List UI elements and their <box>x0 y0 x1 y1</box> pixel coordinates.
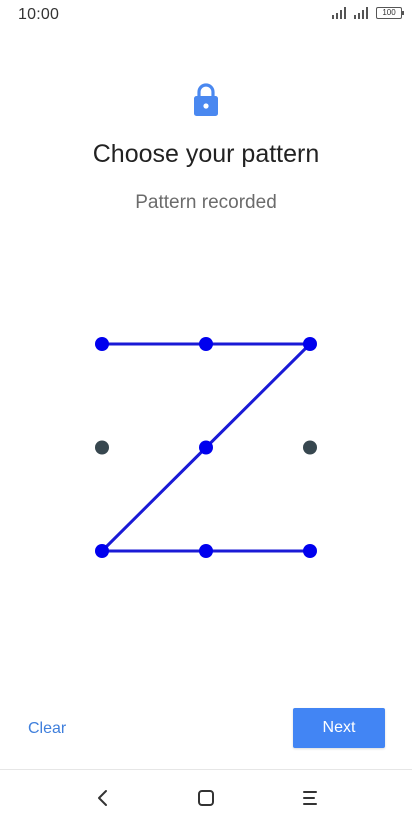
pattern-dot-7[interactable] <box>95 544 109 558</box>
chevron-left-icon[interactable] <box>89 784 117 812</box>
clear-button[interactable]: Clear <box>14 710 80 748</box>
status-icons: 100 <box>332 7 404 19</box>
pattern-grid[interactable] <box>0 0 412 824</box>
next-button[interactable]: Next <box>293 708 385 748</box>
pattern-dot-3[interactable] <box>303 337 317 351</box>
pattern-dot-5[interactable] <box>199 440 213 455</box>
pattern-dot-9[interactable] <box>303 544 317 558</box>
pattern-dot-8[interactable] <box>199 544 213 558</box>
navigation-bar <box>0 769 412 824</box>
lock-icon <box>194 83 218 116</box>
signal-icon <box>332 7 346 19</box>
square-icon[interactable] <box>192 784 220 812</box>
pattern-dot-2[interactable] <box>199 337 213 351</box>
pattern-status: Pattern recorded <box>135 192 277 213</box>
battery-icon: 100 <box>376 7 404 19</box>
status-time: 10:00 <box>18 6 60 23</box>
menu-icon[interactable] <box>296 784 324 812</box>
screen: 10:00 100 Choose your pattern Pattern re… <box>0 0 412 824</box>
status-bar: 10:00 100 <box>0 0 412 30</box>
pattern-dot-4[interactable] <box>95 440 109 455</box>
signal-icon-2 <box>354 7 368 19</box>
page-title: Choose your pattern <box>92 140 320 168</box>
pattern-dot-6[interactable] <box>303 440 317 455</box>
pattern-dot-1[interactable] <box>95 337 109 351</box>
